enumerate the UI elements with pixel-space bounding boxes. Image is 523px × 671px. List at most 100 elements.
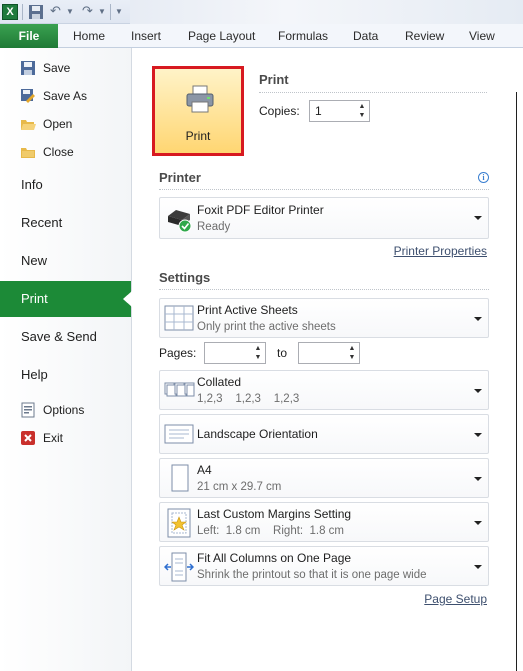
paper-size-dropdown[interactable]: A4 21 cm x 29.7 cm: [159, 458, 489, 498]
nav-options-label: Options: [43, 403, 85, 417]
qat-divider: [110, 4, 111, 20]
nav-save-send[interactable]: Save & Send: [0, 319, 131, 355]
nav-save-label: Save: [43, 61, 71, 75]
collation-subtitle: 1,2,3 1,2,3 1,2,3: [197, 393, 300, 405]
tab-review[interactable]: Review: [405, 24, 444, 48]
nav-recent[interactable]: Recent: [0, 205, 131, 241]
margins-dropdown[interactable]: Last Custom Margins Setting Left: 1.8 cm…: [159, 502, 489, 542]
collation-title: Collated: [197, 375, 242, 389]
ribbon-tab-bar: File Home Insert Page Layout Formulas Da…: [0, 24, 523, 48]
nav-exit-label: Exit: [43, 431, 64, 445]
nav-open[interactable]: Open: [0, 111, 131, 137]
copies-value: 1: [315, 104, 322, 118]
scaling-title: Fit All Columns on One Page: [197, 551, 352, 565]
exit-icon: [21, 431, 35, 445]
tab-home[interactable]: Home: [73, 24, 105, 48]
chevron-down-icon: [474, 521, 482, 525]
nav-print[interactable]: Print: [0, 281, 132, 317]
preview-page: [516, 92, 523, 671]
printer-name: Foxit PDF Editor Printer: [197, 203, 324, 217]
divider: [259, 92, 487, 93]
to-label: to: [277, 346, 288, 360]
copies-stepper[interactable]: 1 ▲ ▼: [309, 100, 370, 122]
print-scope-dropdown[interactable]: Print Active Sheets Only print the activ…: [159, 298, 489, 338]
nav-help[interactable]: Help: [0, 357, 131, 393]
paper-title: A4: [197, 463, 212, 477]
margins-title: Last Custom Margins Setting: [197, 507, 352, 521]
options-icon: [21, 402, 35, 418]
chevron-down-icon: [474, 477, 482, 481]
nav-save-as-label: Save As: [43, 89, 88, 103]
spin-down-icon[interactable]: ▼: [253, 353, 263, 362]
qat-divider: [22, 4, 23, 20]
backstage-nav: Save Save As Open Close Info Recent New …: [0, 48, 132, 671]
tab-page-layout[interactable]: Page Layout: [188, 24, 255, 48]
spin-up-icon[interactable]: ▲: [347, 344, 357, 353]
save-icon: [21, 61, 35, 75]
collated-icon: [164, 382, 195, 397]
paper-icon: [171, 464, 189, 492]
copies-label: Copies:: [259, 104, 300, 118]
nav-info[interactable]: Info: [0, 167, 131, 203]
pages-from-input[interactable]: ▲ ▼: [204, 342, 266, 364]
tab-view[interactable]: View: [469, 24, 495, 48]
print-button-label: Print: [185, 129, 211, 143]
pages-to-input[interactable]: ▲ ▼: [298, 342, 360, 364]
tab-data[interactable]: Data: [353, 24, 378, 48]
scaling-dropdown[interactable]: Fit All Columns on One Page Shrink the p…: [159, 546, 489, 586]
scope-title: Print Active Sheets: [197, 303, 298, 317]
tab-insert[interactable]: Insert: [131, 24, 161, 48]
close-folder-icon: [21, 148, 35, 158]
chevron-down-icon: [474, 433, 482, 437]
info-icon[interactable]: i: [478, 172, 489, 183]
spin-down-icon[interactable]: ▼: [347, 353, 357, 362]
excel-logo-icon[interactable]: X: [2, 4, 18, 20]
redo-dropdown-icon[interactable]: ▼: [98, 7, 106, 16]
save-icon[interactable]: [28, 4, 44, 20]
printer-ready-icon: [168, 210, 192, 233]
undo-dropdown-icon[interactable]: ▼: [66, 7, 74, 16]
tab-file[interactable]: File: [0, 24, 58, 48]
margins-subtitle: Left: 1.8 cm Right: 1.8 cm: [197, 525, 345, 537]
nav-new[interactable]: New: [0, 243, 131, 279]
title-bar: [130, 0, 523, 24]
undo-icon[interactable]: ↶: [50, 3, 61, 19]
printer-dropdown[interactable]: Foxit PDF Editor Printer Ready: [159, 197, 489, 239]
orientation-dropdown[interactable]: Landscape Orientation: [159, 414, 489, 454]
nav-close-label: Close: [43, 145, 74, 159]
tab-formulas[interactable]: Formulas: [278, 24, 328, 48]
nav-save-as[interactable]: Save As: [0, 83, 131, 109]
paper-subtitle: 21 cm x 29.7 cm: [197, 481, 282, 493]
spin-up-icon[interactable]: ▲: [253, 344, 263, 353]
collation-dropdown[interactable]: Collated 1,2,3 1,2,3 1,2,3: [159, 370, 489, 410]
chevron-down-icon: [474, 389, 482, 393]
print-settings-panel: Print Print Copies: 1 ▲ ▼ Printer i Foxi…: [132, 48, 504, 671]
chevron-down-icon: [474, 216, 482, 220]
nav-exit[interactable]: Exit: [0, 425, 131, 451]
landscape-icon: [164, 424, 194, 444]
settings-heading: Settings: [159, 270, 211, 285]
redo-icon[interactable]: ↷: [82, 3, 93, 19]
printer-heading: Printer: [159, 170, 201, 185]
scaling-subtitle: Shrink the printout so that it is one pa…: [197, 569, 427, 581]
nav-save[interactable]: Save: [0, 55, 131, 81]
nav-close[interactable]: Close: [0, 139, 131, 165]
divider: [159, 289, 489, 290]
chevron-down-icon: [474, 317, 482, 321]
page-setup-link[interactable]: Page Setup: [424, 592, 487, 606]
quick-access-toolbar: X ↶ ▼ ↷ ▼ ▼: [0, 0, 523, 24]
spin-up-icon[interactable]: ▲: [357, 102, 367, 111]
divider: [159, 189, 489, 190]
pages-label: Pages:: [159, 346, 197, 360]
printer-properties-link[interactable]: Printer Properties: [394, 244, 487, 258]
customize-icon[interactable]: ▼: [115, 7, 123, 16]
open-folder-icon: [21, 120, 36, 130]
nav-open-label: Open: [43, 117, 73, 131]
printer-status: Ready: [197, 221, 231, 233]
save-as-icon: [21, 89, 35, 103]
print-heading: Print: [259, 72, 289, 87]
nav-options[interactable]: Options: [0, 397, 131, 423]
print-button[interactable]: Print: [152, 66, 244, 156]
spin-down-icon[interactable]: ▼: [357, 111, 367, 120]
chevron-down-icon: [474, 565, 482, 569]
